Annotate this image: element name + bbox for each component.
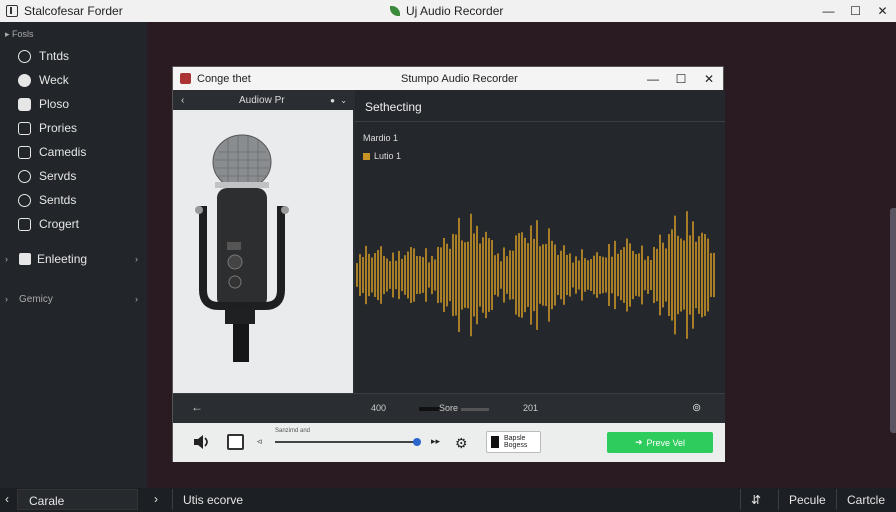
sidebar-item-crogert[interactable]: Crogert bbox=[0, 212, 147, 236]
settings-dial-icon[interactable]: ⊚ bbox=[692, 401, 701, 414]
leaf-icon bbox=[390, 6, 400, 16]
app-logo-icon bbox=[180, 73, 191, 84]
cancel-field[interactable]: Carale bbox=[17, 489, 138, 510]
back-icon[interactable]: ‹ bbox=[181, 95, 184, 106]
settings-icon bbox=[18, 217, 31, 231]
chevron-right-icon: › bbox=[135, 254, 138, 264]
tools-icon bbox=[18, 49, 31, 63]
sidebar-item-weck[interactable]: Weck bbox=[0, 68, 147, 92]
minimize-button[interactable]: — bbox=[815, 0, 842, 22]
track-label[interactable]: Mardio 1 bbox=[363, 133, 398, 143]
sidebar-item-tntds[interactable]: Tntds bbox=[0, 44, 147, 68]
chevron-down-icon[interactable]: ⌄ bbox=[340, 96, 347, 105]
mic-level-icon: ◃ bbox=[257, 436, 262, 446]
group-label: Enleeting bbox=[37, 252, 88, 266]
time-left: 400 bbox=[371, 403, 387, 413]
chevron-right-icon[interactable]: › bbox=[154, 492, 158, 506]
chevron-left-icon[interactable]: ‹ bbox=[5, 492, 9, 506]
sidebar-item-label: Servds bbox=[39, 169, 77, 183]
pecule-button[interactable]: Pecule bbox=[778, 489, 836, 510]
close-button[interactable]: ✕ bbox=[869, 0, 896, 22]
sidebar-item-camedis[interactable]: Camedis bbox=[0, 140, 147, 164]
dialog-app-name: Conge thet bbox=[197, 72, 251, 85]
dialog-maximize-button[interactable]: ☐ bbox=[667, 72, 695, 86]
tag-icon bbox=[18, 73, 31, 87]
time-right: 201 bbox=[523, 403, 539, 413]
sidebar-item-ploso[interactable]: Ploso bbox=[0, 92, 147, 116]
folder-icon bbox=[18, 121, 31, 135]
track-label[interactable]: Lutio 1 bbox=[363, 151, 401, 161]
center-title: Uj Audio Recorder bbox=[406, 4, 504, 18]
device-name: Audiow Pr bbox=[239, 94, 285, 106]
clock-icon bbox=[18, 169, 31, 183]
sidebar-group-gemicy[interactable]: › Gemicy › bbox=[0, 286, 147, 312]
waveform[interactable] bbox=[355, 200, 725, 350]
sidebar-item-label: Weck bbox=[39, 73, 69, 87]
position-track[interactable] bbox=[461, 408, 489, 411]
file-icon bbox=[491, 436, 499, 448]
dialog-title: Stumpo Audio Recorder bbox=[401, 72, 518, 85]
microphone-image bbox=[173, 110, 353, 393]
slider-label: Sanzimd and bbox=[275, 428, 311, 434]
dialog-close-button[interactable]: ✕ bbox=[695, 72, 723, 86]
statusbar: ‹ Carale › Utis ecorve ⇵ Pecule Cartcle bbox=[0, 488, 896, 512]
panel-header: Sethecting bbox=[355, 90, 725, 122]
recorder-toolbar: ◃ Sanzimd and ▸▸ ⚙ Bapsle Bogess ➜ Preve … bbox=[173, 423, 725, 462]
status-text: Utis ecorve bbox=[172, 489, 732, 510]
file-button[interactable]: Bapsle Bogess bbox=[486, 431, 541, 453]
chevron-right-icon: › bbox=[5, 294, 8, 304]
position-fill bbox=[419, 407, 441, 411]
recording-pane: Sethecting Mardio 1 Lutio 1 bbox=[355, 90, 725, 393]
device-pane: ‹ Audiow Pr ● ⌄ bbox=[173, 90, 353, 393]
sidebar-item-label: Tntds bbox=[39, 49, 70, 63]
sidebar-item-label: Prories bbox=[39, 121, 78, 135]
sidebar-group-enleeting[interactable]: › Enleeting › bbox=[0, 246, 147, 272]
recorder-dialog: Conge thet Stumpo Audio Recorder — ☐ ✕ ‹… bbox=[172, 66, 725, 462]
dialog-titlebar: Conge thet Stumpo Audio Recorder — ☐ ✕ bbox=[173, 67, 723, 90]
maximize-button[interactable]: ☐ bbox=[842, 0, 869, 22]
back-arrow-icon[interactable]: ← bbox=[191, 400, 203, 414]
arrow-icon: ➜ bbox=[634, 437, 643, 447]
source-label: Sore bbox=[439, 403, 459, 413]
cartcle-button[interactable]: Cartcle bbox=[836, 489, 896, 510]
gain-slider-track[interactable] bbox=[275, 441, 419, 443]
window-title: Stalcofesar Forder bbox=[24, 4, 123, 18]
search-icon bbox=[18, 193, 31, 207]
dot-icon: ● bbox=[330, 95, 335, 105]
device-header: ‹ Audiow Pr ● ⌄ bbox=[173, 90, 353, 110]
sidebar-item-label: Crogert bbox=[39, 217, 80, 231]
sidebar-item-label: Sentds bbox=[39, 193, 77, 207]
sidebar-item-label: Camedis bbox=[39, 145, 87, 159]
sidebar-item-prories[interactable]: Prories bbox=[0, 116, 147, 140]
scrollbar[interactable] bbox=[890, 208, 896, 433]
sync-icon[interactable]: ⇵ bbox=[740, 489, 774, 510]
app-icon bbox=[6, 5, 18, 17]
camera-icon bbox=[18, 145, 31, 159]
monitor-icon[interactable] bbox=[227, 434, 244, 450]
window-titlebar: Stalcofesar Forder Uj Audio Recorder — ☐… bbox=[0, 0, 896, 22]
sidebar-item-sentds[interactable]: Sentds bbox=[0, 188, 147, 212]
gain-slider-knob[interactable] bbox=[413, 438, 421, 446]
transport-bar: ← 400 Sore 201 ⊚ bbox=[173, 393, 725, 423]
sidebar-item-label: Ploso bbox=[39, 97, 70, 111]
sidebar: ▸ Fosls Tntds Weck Ploso Prories Camedis… bbox=[0, 22, 147, 488]
file-button-label: Bapsle bbox=[504, 435, 526, 442]
file-button-sublabel: Bogess bbox=[504, 442, 528, 449]
gear-icon[interactable]: ⚙ bbox=[455, 435, 468, 452]
save-button[interactable]: ➜ Preve Vel bbox=[607, 432, 713, 453]
group-label: Gemicy bbox=[19, 293, 53, 305]
photo-icon bbox=[18, 97, 31, 111]
sidebar-section-label: ▸ Fosls bbox=[5, 29, 34, 39]
sidebar-item-servds[interactable]: Servds bbox=[0, 164, 147, 188]
skip-icon[interactable]: ▸▸ bbox=[431, 436, 440, 447]
grid-icon bbox=[19, 253, 31, 265]
chevron-right-icon: › bbox=[5, 254, 8, 264]
track-color-swatch bbox=[363, 152, 370, 160]
chevron-right-icon: › bbox=[135, 294, 138, 304]
speaker-icon[interactable] bbox=[193, 435, 211, 449]
dialog-minimize-button[interactable]: — bbox=[639, 72, 667, 86]
save-button-label: Preve Vel bbox=[646, 437, 686, 448]
